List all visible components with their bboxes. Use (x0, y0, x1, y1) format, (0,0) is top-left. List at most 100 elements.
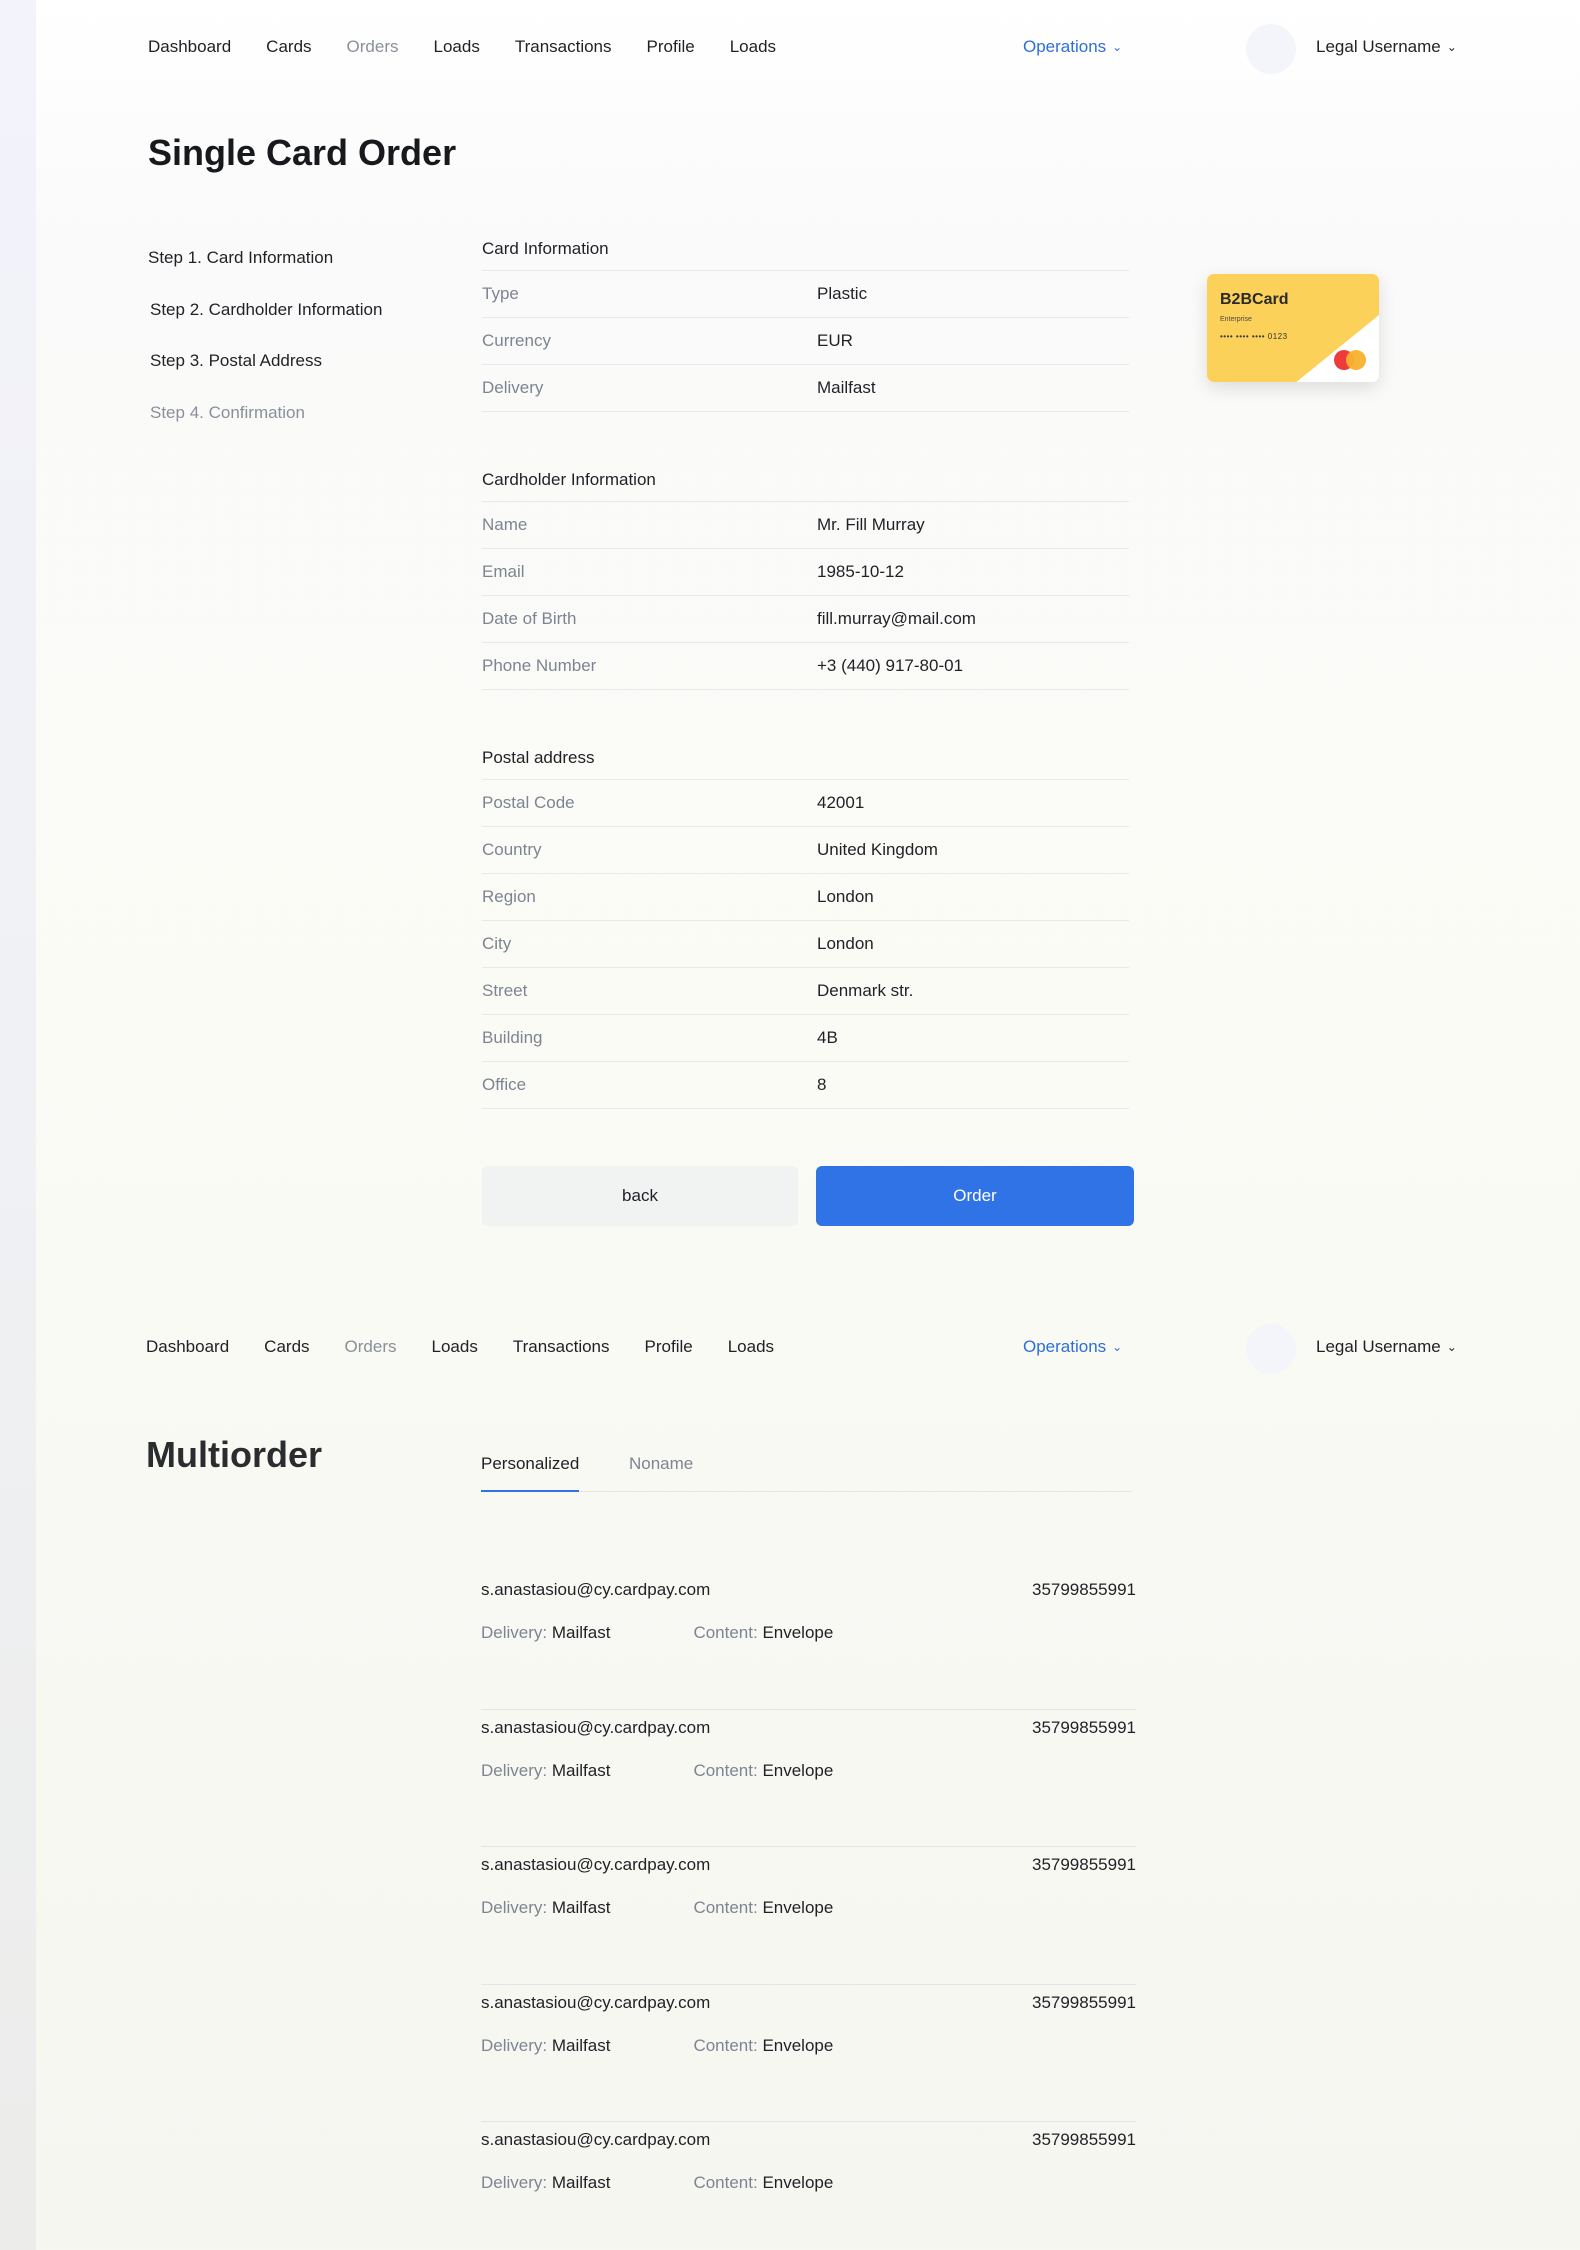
card-brand: B2BCard (1220, 291, 1289, 308)
list-item[interactable]: s.anastasiou@cy.cardpay.com 35799855991 … (481, 1572, 1136, 1710)
nav-link-cards[interactable]: Cards (266, 32, 311, 62)
row-label: Phone Number (482, 656, 597, 675)
nav-link-dashboard[interactable]: Dashboard (148, 32, 231, 62)
nav-link-cards[interactable]: Cards (264, 1332, 309, 1362)
content-key: Content: (693, 2173, 758, 2192)
nav-link-loads-2[interactable]: Loads (730, 32, 776, 62)
cardholder-information-section: Cardholder Information Name Mr. Fill Mur… (482, 467, 1129, 690)
delivery-value: Mailfast (551, 1623, 611, 1642)
info-row: Building 4B (482, 1015, 1129, 1062)
row-label: Currency (482, 331, 551, 350)
chevron-down-icon: ⌄ (1112, 40, 1123, 54)
nav-link-loads[interactable]: Loads (434, 32, 480, 62)
operations-menu[interactable]: Operations ⌄ (1023, 32, 1122, 63)
nav-link-loads[interactable]: Loads (432, 1332, 478, 1362)
order-button[interactable]: Order (816, 1166, 1134, 1226)
info-row: Phone Number +3 (440) 917-80-01 (482, 643, 1129, 690)
order-meta: Delivery: Mailfast Content: Envelope (481, 2036, 833, 2056)
step-3[interactable]: Step 3. Postal Address (148, 349, 382, 373)
operations-label: Operations (1023, 1337, 1107, 1356)
card-information-section: Card Information Type Plastic Currency E… (482, 236, 1129, 412)
page-title: Single Card Order (148, 132, 457, 173)
row-value: Denmark str. (817, 981, 914, 1000)
row-label: Region (482, 887, 536, 906)
list-item[interactable]: s.anastasiou@cy.cardpay.com 35799855991 … (481, 1710, 1136, 1847)
info-row: Date of Birth fill.murray@mail.com (482, 596, 1129, 643)
avatar[interactable] (1246, 24, 1296, 74)
order-phone: 35799855991 (1031, 1580, 1136, 1599)
content-value: Envelope (762, 2173, 834, 2192)
nav-link-orders[interactable]: Orders (345, 1332, 397, 1362)
tab-personalized[interactable]: Personalized (481, 1452, 580, 1492)
user-menu[interactable]: Legal Username ⌄ (1316, 1332, 1457, 1363)
avatar[interactable] (1246, 1324, 1296, 1374)
step-4[interactable]: Step 4. Confirmation (148, 401, 382, 425)
left-edge-strip (0, 0, 36, 2250)
nav-link-transactions[interactable]: Transactions (513, 1332, 610, 1362)
nav-link-transactions[interactable]: Transactions (515, 32, 612, 62)
chevron-down-icon: ⌄ (1446, 40, 1457, 54)
row-label: Date of Birth (482, 609, 577, 628)
order-phone: 35799855991 (1031, 2130, 1136, 2149)
nav-link-dashboard[interactable]: Dashboard (146, 1332, 229, 1362)
steps-list: Step 1. Card Information Step 2. Cardhol… (148, 246, 382, 452)
info-row: Email 1985-10-12 (482, 549, 1129, 596)
nav-link-profile[interactable]: Profile (647, 32, 695, 62)
tab-noname[interactable]: Noname (629, 1452, 693, 1488)
order-email: s.anastasiou@cy.cardpay.com (481, 1580, 711, 1599)
delivery-key: Delivery: (481, 1623, 548, 1642)
row-value: fill.murray@mail.com (817, 609, 976, 628)
row-value: EUR (817, 331, 853, 350)
info-row: Currency EUR (482, 318, 1129, 365)
row-value: Mailfast (817, 378, 876, 397)
operations-menu[interactable]: Operations ⌄ (1023, 1332, 1122, 1363)
multiorder-title: Multiorder (146, 1434, 322, 1475)
content-value: Envelope (762, 1898, 834, 1917)
order-email: s.anastasiou@cy.cardpay.com (481, 1855, 711, 1874)
user-menu[interactable]: Legal Username ⌄ (1316, 32, 1457, 63)
section-title: Card Information (482, 239, 609, 258)
top-nav: Dashboard Cards Orders Loads Transaction… (148, 24, 1468, 74)
card-number: •••• •••• •••• 0123 (1220, 332, 1288, 341)
nav-link-loads-2[interactable]: Loads (728, 1332, 774, 1362)
info-row: Name Mr. Fill Murray (482, 502, 1129, 549)
content-value: Envelope (762, 2035, 834, 2055)
content-value: Envelope (762, 1623, 834, 1642)
order-meta: Delivery: Mailfast Content: Envelope (481, 1761, 833, 1781)
delivery-key: Delivery: (481, 1760, 548, 1780)
row-label: Email (482, 562, 525, 581)
nav-link-profile[interactable]: Profile (645, 1332, 693, 1362)
row-label: Street (482, 981, 528, 1000)
order-email: s.anastasiou@cy.cardpay.com (481, 1717, 711, 1737)
row-value: London (817, 934, 874, 953)
list-item[interactable]: s.anastasiou@cy.cardpay.com 35799855991 … (481, 1985, 1136, 2122)
list-item[interactable]: s.anastasiou@cy.cardpay.com 35799855991 … (481, 2122, 1136, 2250)
section-header: Card Information (482, 236, 1129, 271)
nav-link-orders[interactable]: Orders (347, 32, 399, 62)
row-label: Delivery (482, 378, 544, 397)
info-row: City London (482, 921, 1129, 968)
card-preview: B2BCard Enterprise •••• •••• •••• 0123 (1207, 274, 1379, 382)
info-row: Region London (482, 874, 1129, 921)
back-button[interactable]: back (482, 1166, 798, 1226)
info-row: Delivery Mailfast (482, 365, 1129, 412)
step-2[interactable]: Step 2. Cardholder Information (148, 298, 382, 322)
delivery-value: Mailfast (551, 2035, 611, 2055)
mastercard-logo-orange (1346, 350, 1366, 370)
row-label: Postal Code (482, 793, 575, 812)
info-row: Postal Code 42001 (482, 780, 1129, 827)
delivery-key: Delivery: (481, 2035, 548, 2055)
user-label: Legal Username (1316, 1337, 1441, 1356)
order-meta: Delivery: Mailfast Content: Envelope (481, 1898, 833, 1918)
row-label: Country (482, 840, 542, 859)
second-nav: Dashboard Cards Orders Loads Transaction… (146, 1324, 1466, 1374)
info-row: Type Plastic (482, 271, 1129, 318)
row-value: London (817, 887, 874, 906)
list-item[interactable]: s.anastasiou@cy.cardpay.com 35799855991 … (481, 1847, 1136, 1985)
order-phone: 35799855991 (1031, 1992, 1136, 2012)
row-value: +3 (440) 917-80-01 (817, 656, 964, 675)
delivery-value: Mailfast (551, 1898, 611, 1917)
row-value: 1985-10-12 (817, 562, 904, 581)
row-value: Mr. Fill Murray (817, 515, 925, 534)
step-1[interactable]: Step 1. Card Information (148, 246, 382, 270)
